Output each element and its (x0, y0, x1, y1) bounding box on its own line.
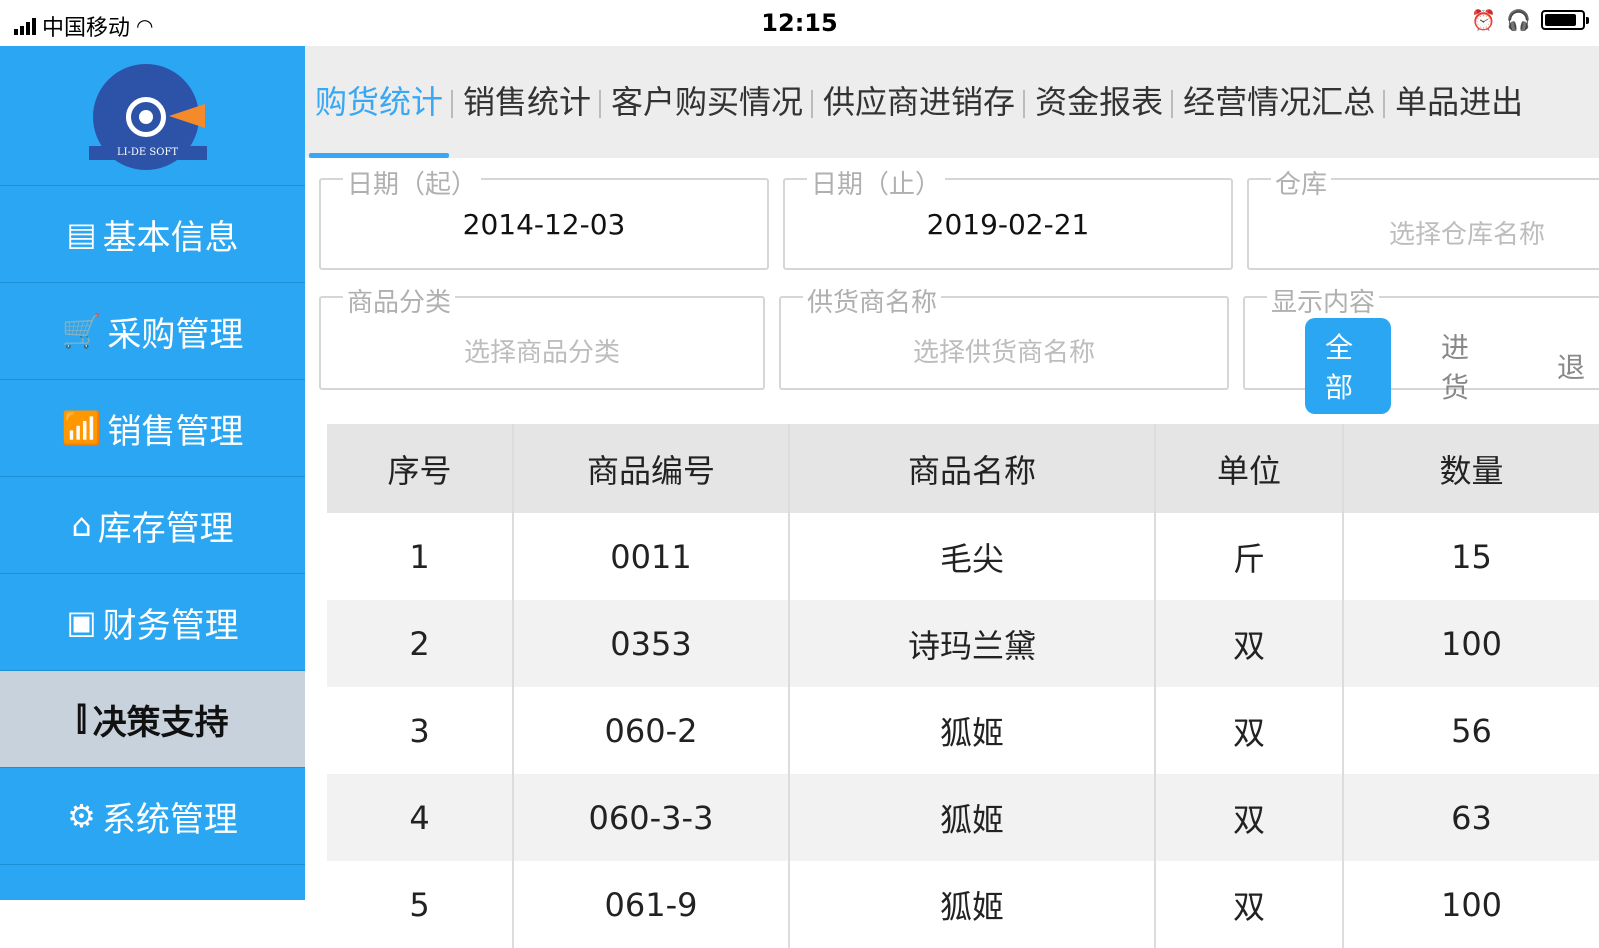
tab-5[interactable]: 经营情况汇总 (1171, 46, 1385, 158)
table-cell: 100 (1342, 861, 1599, 948)
sidebar-item-label: 财务管理 (102, 605, 239, 646)
supplier-placeholder: 选择供货商名称 (912, 338, 1095, 368)
sidebar-item-label: 采购管理 (107, 314, 244, 355)
warehouse-label: 仓库 (1271, 164, 1332, 201)
date-end-field[interactable]: 日期（止） 2019-02-21 (783, 164, 1233, 270)
chart-icon: 📶 (61, 409, 102, 447)
table-header: 序号 商品编号 商品名称 单位 数量 (327, 424, 1599, 513)
table-cell: 5 (327, 861, 513, 948)
sidebar-item-label: 基本信息 (102, 217, 239, 258)
table-cell: 1 (327, 513, 513, 600)
table-cell: 双 (1154, 600, 1343, 687)
supplier-field[interactable]: 供货商名称 选择供货商名称 (779, 282, 1229, 390)
table-cell: 双 (1154, 861, 1343, 948)
table-cell: 狐姬 (788, 687, 1155, 774)
table-row[interactable]: 4 060-3-3 狐姬双 63 (327, 774, 1599, 861)
date-start-field[interactable]: 日期（起） 2014-12-03 (319, 164, 769, 270)
display-toggle: 全部 进货退 (1305, 318, 1599, 414)
headphones-icon: 🎧 (1506, 8, 1531, 32)
sidebar-item-label: 决策支持 (92, 702, 229, 743)
sidebar-item-4[interactable]: ▣ 财务管理 (0, 574, 305, 671)
column-header[interactable]: 序号 (327, 424, 513, 513)
table-cell: 双 (1154, 774, 1343, 861)
filter-panel: 日期（起） 2014-12-03 日期（止） 2019-02-21 仓库 选择仓… (305, 158, 1599, 418)
warehouse-placeholder: 选择仓库名称 (1389, 220, 1546, 250)
logo-area: LI-DE SOFT (0, 46, 305, 186)
document-icon: ▤ (66, 215, 97, 253)
category-label: 商品分类 (343, 282, 456, 319)
sidebar-item-5[interactable]: ⫿ 决策支持 (0, 671, 305, 768)
table-cell: 4 (327, 774, 513, 861)
column-header[interactable]: 单位 (1154, 424, 1343, 513)
sidebar-item-0[interactable]: ▤ 基本信息 (0, 186, 305, 283)
display-content-field: 显示内容 全部 进货退 (1243, 282, 1599, 414)
sidebar-item-2[interactable]: 📶 销售管理 (0, 380, 305, 477)
sliders-icon: ⫿ (76, 700, 87, 738)
table-cell: 毛尖 (788, 513, 1155, 600)
column-header[interactable]: 数量 (1342, 424, 1599, 513)
status-bar: 中国移动 ◠ 12:15 ⏰ 🎧 (0, 0, 1599, 46)
category-field[interactable]: 商品分类 选择商品分类 (319, 282, 765, 390)
sidebar-item-label: 系统管理 (101, 799, 238, 840)
display-option-2[interactable]: 退 (1537, 338, 1599, 394)
tab-1[interactable]: 销售统计 (451, 46, 601, 158)
tab-3[interactable]: 供应商进销存 (811, 46, 1025, 158)
supplier-label: 供货商名称 (803, 282, 942, 319)
sidebar-item-3[interactable]: ⌂ 库存管理 (0, 477, 305, 574)
status-icons: ⏰ 🎧 (1471, 8, 1589, 32)
table-cell: 0011 (512, 513, 789, 600)
table-cell: 060-3-3 (512, 774, 789, 861)
tab-0[interactable]: 购货统计 (305, 46, 453, 158)
display-content-label: 显示内容 (1267, 282, 1380, 319)
tab-4[interactable]: 资金报表 (1023, 46, 1173, 158)
column-header[interactable]: 商品名称 (788, 424, 1155, 513)
warehouse-field[interactable]: 仓库 选择仓库名称 (1247, 164, 1599, 270)
date-end-label: 日期（止） (807, 164, 946, 201)
table-cell: 0353 (512, 600, 789, 687)
table-cell: 狐姬 (788, 861, 1155, 948)
date-start-label: 日期（起） (343, 164, 482, 201)
table-cell: 060-2 (512, 687, 789, 774)
table-cell: 狐姬 (788, 774, 1155, 861)
clock: 12:15 (761, 9, 838, 37)
purchase-stats-table: 序号 商品编号 商品名称 单位 数量 1 0011 毛尖斤 15 2 0353 诗玛兰黛双 100 3 0… (327, 424, 1599, 948)
battery-icon (1541, 10, 1589, 30)
warehouse-icon: ⌂ (71, 506, 92, 544)
table-cell: 061-9 (512, 861, 789, 948)
table-row[interactable]: 2 0353 诗玛兰黛双 100 (327, 600, 1599, 687)
display-option-1[interactable]: 进货 (1421, 318, 1507, 414)
table-row[interactable]: 1 0011 毛尖斤 15 (327, 513, 1599, 600)
table-cell: 斤 (1154, 513, 1343, 600)
sidebar-item-label: 销售管理 (107, 411, 244, 452)
sidebar-item-1[interactable]: 🛒 采购管理 (0, 283, 305, 380)
table-row[interactable]: 3 060-2 狐姬双 56 (327, 687, 1599, 774)
wallet-icon: ▣ (66, 603, 97, 641)
display-option-0[interactable]: 全部 (1305, 318, 1391, 414)
sidebar-item-6[interactable]: ⚙ 系统管理 (0, 768, 305, 865)
date-end-value: 2019-02-21 (926, 208, 1090, 241)
app-logo: LI-DE SOFT (88, 63, 213, 170)
table-cell: 15 (1342, 513, 1599, 600)
sidebar: LI-DE SOFT ▤ 基本信息 🛒 采购管理 📶 销售管理 ⌂ 库存管理 ▣ 财务管理 ⫿ 决策支… (0, 46, 305, 900)
column-header[interactable]: 商品编号 (512, 424, 789, 513)
table-cell: 63 (1342, 774, 1599, 861)
main-content: 购货统计 销售统计 客户购买情况 供应商进销存 资金报表 经营情况汇总 单品进出 日期（起）… (305, 46, 1599, 948)
alarm-icon: ⏰ (1471, 8, 1497, 32)
table-cell: 诗玛兰黛 (788, 600, 1155, 687)
table-cell: 双 (1154, 687, 1343, 774)
tab-2[interactable]: 客户购买情况 (599, 46, 813, 158)
table-row[interactable]: 5 061-9 狐姬双 100 (327, 861, 1599, 948)
table-cell: 3 (327, 687, 513, 774)
table-cell: 100 (1342, 600, 1599, 687)
table-cell: 56 (1342, 687, 1599, 774)
report-tabs: 购货统计 销售统计 客户购买情况 供应商进销存 资金报表 经营情况汇总 单品进出 (305, 46, 1599, 158)
sidebar-item-label: 库存管理 (97, 508, 234, 549)
tab-6[interactable]: 单品进出 (1383, 46, 1533, 158)
date-start-value: 2014-12-03 (462, 208, 626, 241)
cart-icon: 🛒 (61, 312, 102, 350)
table-cell: 2 (327, 600, 513, 687)
category-placeholder: 选择商品分类 (463, 338, 620, 368)
gear-icon: ⚙ (67, 797, 96, 835)
